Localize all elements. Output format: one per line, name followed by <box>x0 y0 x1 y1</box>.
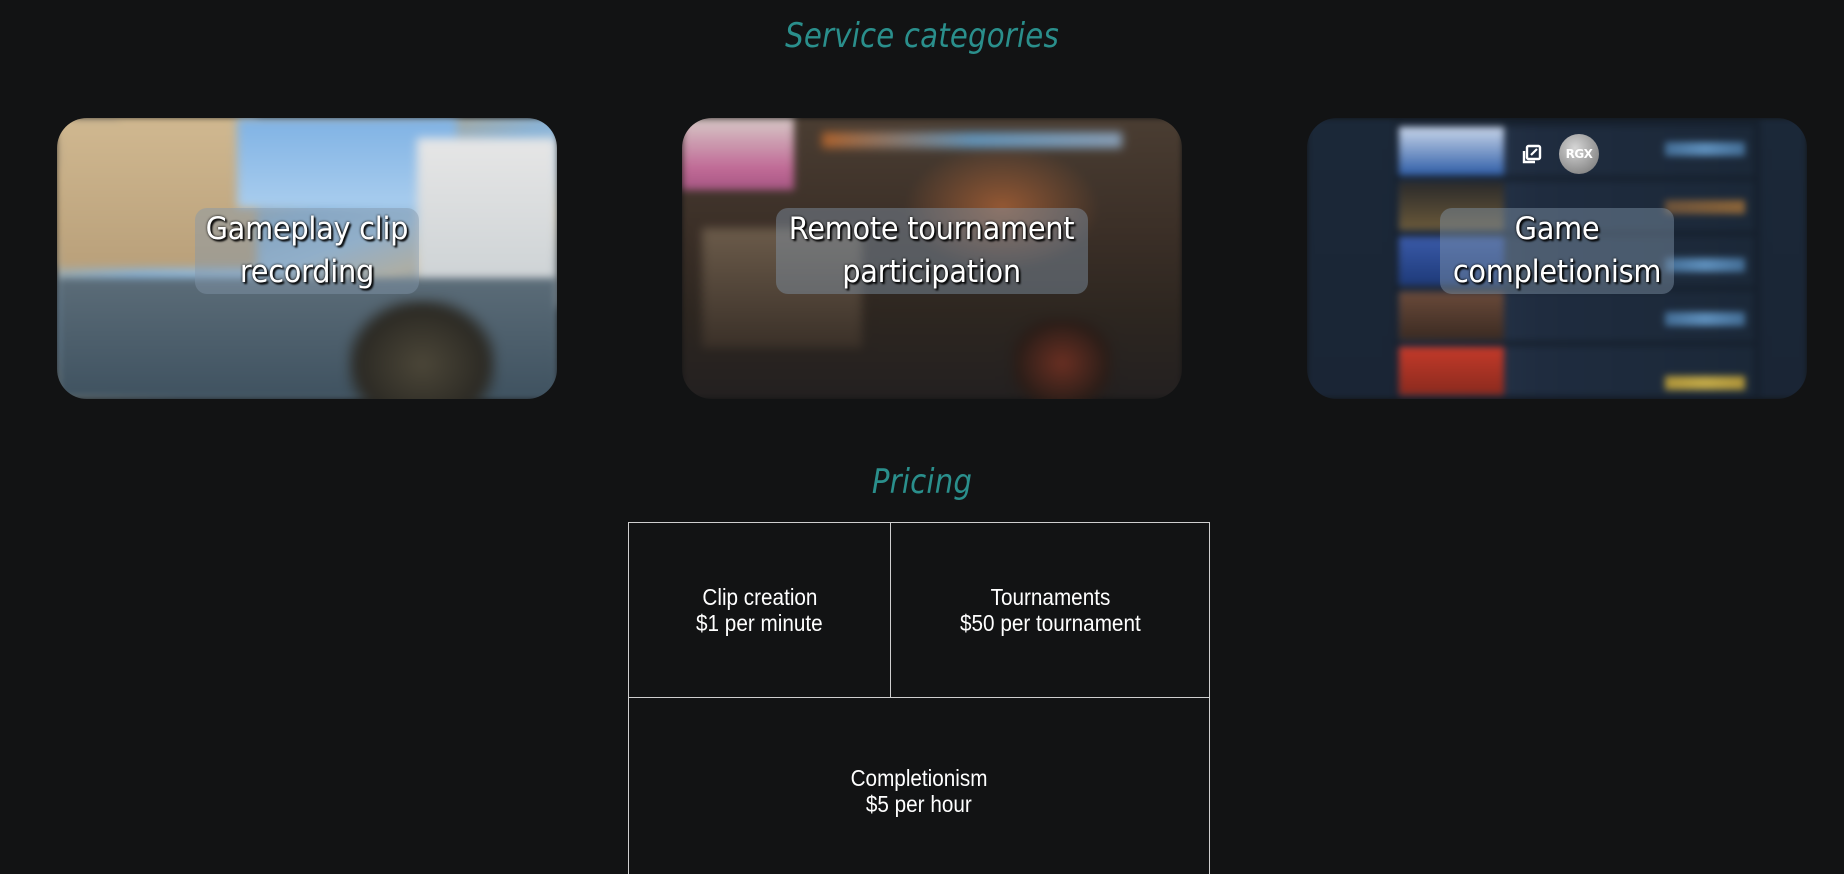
card-title: Remote tournament participation <box>789 208 1075 294</box>
card-title-box: Game completionism <box>1440 208 1674 294</box>
card-title-box: Gameplay clip recording <box>195 208 419 294</box>
pricing-item-price: $1 per minute <box>696 610 823 636</box>
card-title-box: Remote tournament participation <box>776 208 1088 294</box>
service-card-gameplay-clip[interactable]: Gameplay clip recording <box>57 118 557 399</box>
services-heading: Service categories <box>785 16 1059 56</box>
pricing-cell-clip-creation: Clip creation $1 per minute <box>629 523 891 698</box>
pricing-item-name: Clip creation <box>701 584 818 610</box>
pricing-heading: Pricing <box>871 462 973 502</box>
popout-icon[interactable] <box>1520 144 1542 166</box>
service-card-game-completionism[interactable]: RGX Game completionism <box>1307 118 1807 399</box>
card-title-line: Remote tournament <box>789 211 1075 247</box>
pricing-item-price: $50 per tournament <box>959 610 1141 636</box>
card-title-line: Gameplay clip <box>205 211 409 247</box>
service-card-remote-tournament[interactable]: Remote tournament participation <box>682 118 1182 399</box>
pricing-cell-completionism: Completionism $5 per hour <box>629 698 1209 874</box>
card-title: Gameplay clip recording <box>206 208 409 294</box>
pricing-item-name: Completionism <box>850 764 988 791</box>
card-title-line: completionism <box>1452 254 1662 290</box>
pricing-item-name: Tournaments <box>990 584 1110 610</box>
pricing-item-price: $5 per hour <box>866 790 972 817</box>
pricing-cell-tournaments: Tournaments $50 per tournament <box>891 523 1209 698</box>
card-title: Game completionism <box>1452 208 1662 294</box>
card-title-line: Game <box>1514 211 1600 247</box>
pricing-table: Clip creation $1 per minute Tournaments … <box>628 522 1210 874</box>
card-title-line: participation <box>842 254 1022 290</box>
rgx-badge-button[interactable]: RGX <box>1559 134 1599 174</box>
card-title-line: recording <box>239 254 375 290</box>
